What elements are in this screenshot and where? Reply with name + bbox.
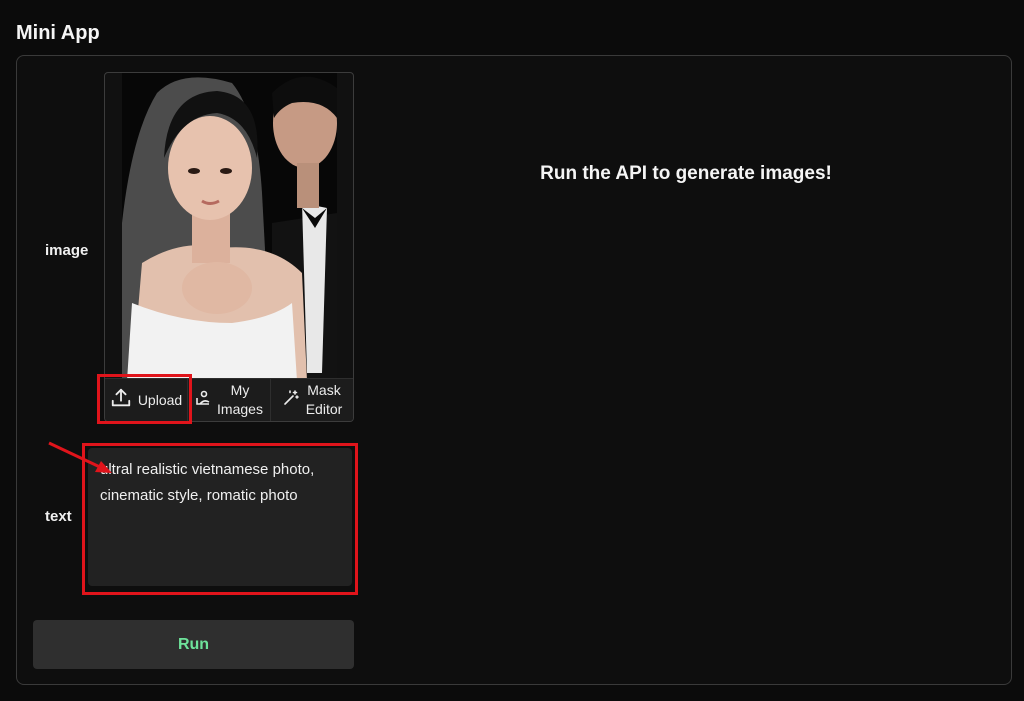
image-upload-area[interactable]: Upload My Images Mask Editor	[104, 72, 354, 422]
user-images-icon	[195, 389, 211, 412]
annotation-arrow-icon	[48, 441, 112, 473]
upload-icon	[110, 387, 132, 414]
mask-editor-button[interactable]: Mask Editor	[271, 379, 353, 421]
prompt-textarea[interactable]: ultral realistic vietnamese photo, cinem…	[88, 448, 352, 586]
magic-wand-icon	[282, 389, 300, 412]
app-title: Mini App	[16, 22, 100, 44]
my-images-label: My Images	[217, 382, 263, 417]
mask-editor-label: Mask Editor	[305, 382, 343, 417]
output-placeholder-message: Run the API to generate images!	[540, 163, 832, 184]
image-field-label: image	[45, 242, 89, 259]
my-images-button[interactable]: My Images	[188, 379, 271, 421]
run-button[interactable]: Run	[33, 620, 354, 669]
text-field-label: text	[45, 508, 72, 525]
upload-button[interactable]: Upload	[105, 379, 188, 421]
upload-label: Upload	[137, 391, 183, 408]
uploaded-image-preview	[122, 73, 337, 381]
image-toolbar: Upload My Images Mask Editor	[105, 378, 353, 421]
